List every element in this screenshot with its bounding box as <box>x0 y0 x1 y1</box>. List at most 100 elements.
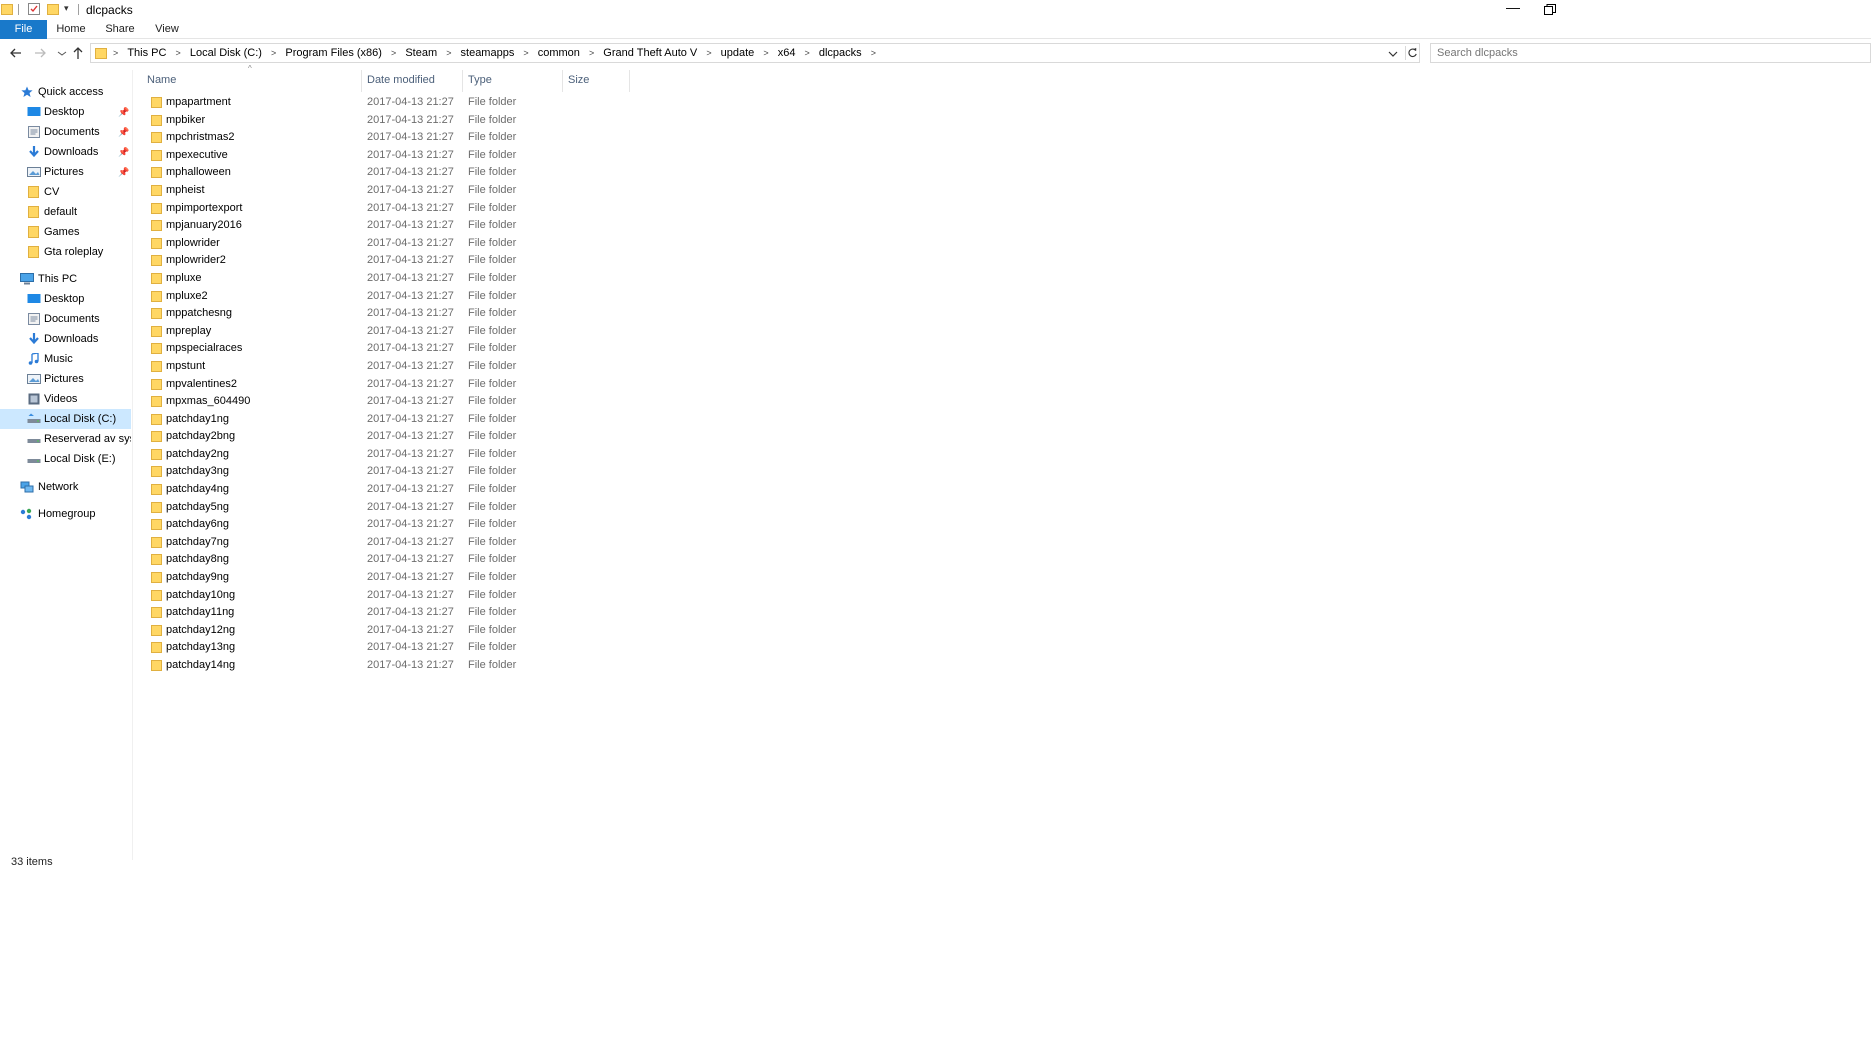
sidebar-item-network[interactable]: Network <box>0 477 131 497</box>
tab-share[interactable]: Share <box>101 20 139 39</box>
sidebar-item-local-disk-c[interactable]: Local Disk (C:) <box>0 409 131 429</box>
breadcrumb-item[interactable]: dlcpacks <box>815 44 866 62</box>
forward-button[interactable] <box>32 45 48 61</box>
table-row[interactable]: mpheist 2017-04-13 21:27 File folder <box>140 182 640 200</box>
breadcrumb-item[interactable]: steamapps <box>457 44 519 62</box>
breadcrumb-separator[interactable]: > <box>704 44 713 62</box>
table-row[interactable]: mpimportexport 2017-04-13 21:27 File folde… <box>140 200 640 218</box>
sidebar-item-default[interactable]: default <box>0 202 131 222</box>
breadcrumb-separator[interactable]: > <box>269 44 278 62</box>
sidebar-item-reserverad-av-system[interactable]: Reserverad av system <box>0 429 131 449</box>
table-row[interactable]: patchday11ng 2017-04-13 21:27 File folder <box>140 604 640 622</box>
pane-divider[interactable] <box>132 70 133 860</box>
sidebar-item-local-disk-e[interactable]: Local Disk (E:) <box>0 449 131 469</box>
table-row[interactable]: patchday2bng 2017-04-13 21:27 File folder <box>140 428 640 446</box>
table-row[interactable]: patchday3ng 2017-04-13 21:27 File folder <box>140 463 640 481</box>
table-row[interactable]: mpluxe 2017-04-13 21:27 File folder <box>140 270 640 288</box>
refresh-icon[interactable] <box>1405 46 1419 60</box>
table-row[interactable]: patchday6ng 2017-04-13 21:27 File folder <box>140 516 640 534</box>
breadcrumb-item[interactable]: Local Disk (C:) <box>186 44 266 62</box>
table-row[interactable]: patchday1ng 2017-04-13 21:27 File folder <box>140 411 640 429</box>
new-folder-icon[interactable] <box>47 3 59 15</box>
up-button[interactable] <box>70 45 86 61</box>
breadcrumb-separator[interactable]: > <box>587 44 596 62</box>
table-row[interactable]: mpxmas_604490 2017-04-13 21:27 File folder <box>140 393 640 411</box>
table-row[interactable]: patchday10ng 2017-04-13 21:27 File folder <box>140 587 640 605</box>
sidebar-item-videos[interactable]: Videos <box>0 389 131 409</box>
sidebar-item-pictures[interactable]: Pictures 📌 <box>0 162 131 182</box>
search-input[interactable] <box>1431 44 1870 62</box>
table-row[interactable]: mpspecialraces 2017-04-13 21:27 File folde… <box>140 340 640 358</box>
table-row[interactable]: mpvalentines2 2017-04-13 21:27 File folder <box>140 376 640 394</box>
sidebar-item-documents[interactable]: Documents <box>0 309 131 329</box>
column-header-name[interactable]: Name <box>140 70 361 90</box>
table-row[interactable]: patchday5ng 2017-04-13 21:27 File folder <box>140 499 640 517</box>
tab-file[interactable]: File <box>0 20 47 39</box>
sidebar-item-quick-access[interactable]: Quick access <box>0 82 131 102</box>
breadcrumb-separator[interactable]: > <box>521 44 530 62</box>
recent-locations-icon[interactable] <box>54 45 70 61</box>
table-row[interactable]: mpjanuary2016 2017-04-13 21:27 File folder <box>140 217 640 235</box>
table-row[interactable]: mplowrider2 2017-04-13 21:27 File folder <box>140 252 640 270</box>
sidebar-item-pictures[interactable]: Pictures <box>0 369 131 389</box>
table-row[interactable]: mpreplay 2017-04-13 21:27 File folder <box>140 323 640 341</box>
sidebar-item-this-pc[interactable]: This PC <box>0 269 131 289</box>
table-row[interactable]: mpexecutive 2017-04-13 21:27 File folder <box>140 147 640 165</box>
sidebar-item-downloads[interactable]: Downloads 📌 <box>0 142 131 162</box>
chevron-down-icon[interactable] <box>1387 48 1399 60</box>
navigation-pane: Quick access Desktop 📌 Documents 📌 Downl… <box>0 70 132 860</box>
restore-button[interactable] <box>1542 2 1558 16</box>
table-row[interactable]: mpluxe2 2017-04-13 21:27 File folder <box>140 288 640 306</box>
tab-home[interactable]: Home <box>51 20 91 39</box>
table-row[interactable]: patchday9ng 2017-04-13 21:27 File folder <box>140 569 640 587</box>
breadcrumb-item[interactable]: x64 <box>774 44 800 62</box>
minimize-button[interactable]: — <box>1504 0 1522 18</box>
column-divider[interactable] <box>629 70 630 92</box>
breadcrumb-separator[interactable]: > <box>389 44 398 62</box>
breadcrumb-item[interactable]: Grand Theft Auto V <box>599 44 701 62</box>
breadcrumb-separator[interactable]: > <box>869 44 878 62</box>
breadcrumb-item[interactable]: Steam <box>401 44 441 62</box>
search-box[interactable] <box>1430 43 1871 63</box>
properties-icon[interactable] <box>28 3 40 15</box>
table-row[interactable]: patchday4ng 2017-04-13 21:27 File folder <box>140 481 640 499</box>
breadcrumb-item[interactable]: This PC <box>123 44 170 62</box>
table-row[interactable]: mpchristmas2 2017-04-13 21:27 File folder <box>140 129 640 147</box>
breadcrumb-item[interactable]: common <box>534 44 584 62</box>
back-button[interactable] <box>8 45 24 61</box>
table-row[interactable]: mpbiker 2017-04-13 21:27 File folder <box>140 112 640 130</box>
sidebar-item-music[interactable]: Music <box>0 349 131 369</box>
breadcrumb-separator[interactable]: > <box>111 44 120 62</box>
breadcrumb-item[interactable]: Program Files (x86) <box>281 44 386 62</box>
customize-quick-access-icon[interactable]: ▾ <box>64 3 69 14</box>
table-row[interactable]: patchday13ng 2017-04-13 21:27 File folder <box>140 639 640 657</box>
breadcrumb-separator[interactable]: > <box>444 44 453 62</box>
address-bar[interactable]: > This PC > Local Disk (C:) > Program Fi… <box>90 43 1420 63</box>
table-row[interactable]: mpstunt 2017-04-13 21:27 File folder <box>140 358 640 376</box>
sidebar-item-desktop[interactable]: Desktop 📌 <box>0 102 131 122</box>
table-row[interactable]: patchday12ng 2017-04-13 21:27 File folder <box>140 622 640 640</box>
table-row[interactable]: mppatchesng 2017-04-13 21:27 File folder <box>140 305 640 323</box>
breadcrumb-separator[interactable]: > <box>803 44 812 62</box>
table-row[interactable]: mplowrider 2017-04-13 21:27 File folder <box>140 235 640 253</box>
sidebar-item-desktop[interactable]: Desktop <box>0 289 131 309</box>
sidebar-item-homegroup[interactable]: Homegroup <box>0 504 131 524</box>
table-row[interactable]: mphalloween 2017-04-13 21:27 File folder <box>140 164 640 182</box>
sidebar-item-games[interactable]: Games <box>0 222 131 242</box>
table-row[interactable]: patchday7ng 2017-04-13 21:27 File folder <box>140 534 640 552</box>
sidebar-item-documents[interactable]: Documents 📌 <box>0 122 131 142</box>
sidebar-item-gta-roleplay[interactable]: Gta roleplay <box>0 242 131 262</box>
column-header-size[interactable]: Size <box>561 70 628 90</box>
breadcrumb-separator[interactable]: > <box>761 44 770 62</box>
table-row[interactable]: patchday14ng 2017-04-13 21:27 File folder <box>140 657 640 675</box>
column-header-date-modified[interactable]: Date modified <box>360 70 461 90</box>
table-row[interactable]: mpapartment 2017-04-13 21:27 File folder <box>140 94 640 112</box>
table-row[interactable]: patchday8ng 2017-04-13 21:27 File folder <box>140 551 640 569</box>
breadcrumb-separator[interactable]: > <box>174 44 183 62</box>
table-row[interactable]: patchday2ng 2017-04-13 21:27 File folder <box>140 446 640 464</box>
sidebar-item-cv[interactable]: CV <box>0 182 131 202</box>
breadcrumb-item[interactable]: update <box>717 44 759 62</box>
column-header-type[interactable]: Type <box>461 70 562 90</box>
tab-view[interactable]: View <box>148 20 186 39</box>
sidebar-item-downloads[interactable]: Downloads <box>0 329 131 349</box>
